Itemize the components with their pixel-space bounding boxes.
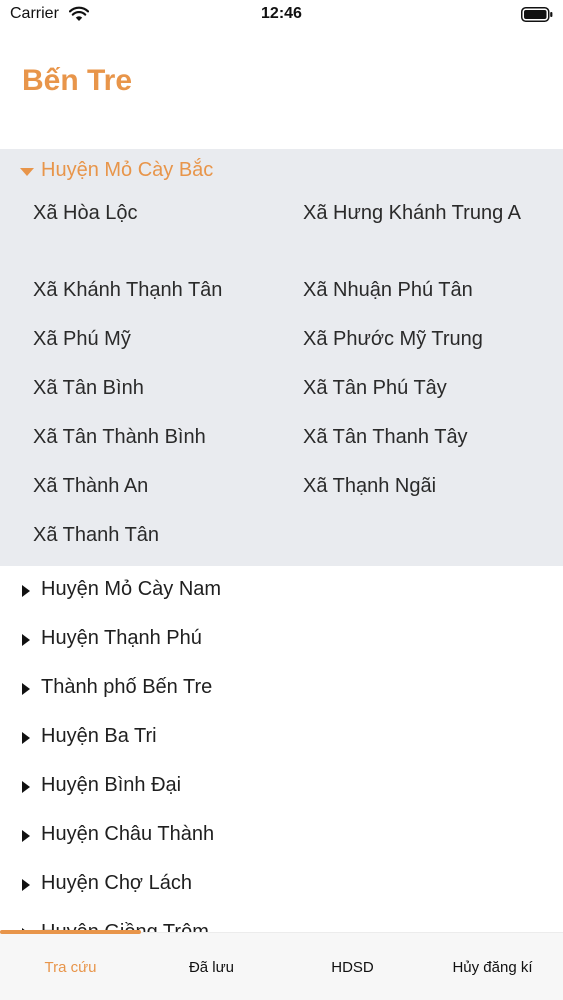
commune-item[interactable]: Xã Thanh Tân	[33, 515, 303, 564]
district-row-giong-trom[interactable]: Huyện Giồng Trôm	[0, 909, 563, 932]
commune-item[interactable]: Xã Phú Mỹ	[33, 319, 303, 368]
district-label: Huyện Chợ Lách	[41, 872, 192, 894]
district-label: Huyện Mỏ Cày Bắc	[41, 159, 214, 181]
commune-item[interactable]: Xã Tân Thành Bình	[33, 417, 303, 466]
tab-huy-dang-ki[interactable]: Hủy đăng kí	[422, 959, 563, 976]
caret-right-icon	[22, 585, 30, 597]
commune-item[interactable]: Xã Hưng Khánh Trung A	[303, 193, 563, 270]
commune-item[interactable]: Xã Nhuận Phú Tân	[303, 270, 563, 319]
caret-right-icon	[22, 683, 30, 695]
caret-down-icon	[20, 168, 34, 176]
commune-item[interactable]: Xã Khánh Thạnh Tân	[33, 270, 303, 319]
tab-bar: Tra cứu Đã lưu HDSD Hủy đăng kí	[0, 930, 563, 1000]
tab-tra-cuu[interactable]: Tra cứu	[0, 959, 141, 976]
tab-hdsd[interactable]: HDSD	[282, 959, 423, 976]
caret-right-icon	[22, 634, 30, 646]
caret-right-icon	[22, 830, 30, 842]
status-time: 12:46	[261, 5, 302, 22]
caret-right-icon	[22, 879, 30, 891]
caret-right-icon	[22, 732, 30, 744]
commune-item[interactable]: Xã Thành An	[33, 466, 303, 515]
tab-da-luu[interactable]: Đã lưu	[141, 959, 282, 976]
commune-grid: Xã Hòa Lộc Xã Hưng Khánh Trung A Xã Khán…	[0, 193, 563, 566]
commune-item[interactable]: Xã Hòa Lộc	[33, 193, 303, 270]
district-row-binh-dai[interactable]: Huyện Bình Đại	[0, 762, 563, 811]
district-row-thanh-pho-ben-tre[interactable]: Thành phố Bến Tre	[0, 664, 563, 713]
page-title: Bến Tre	[22, 64, 133, 97]
district-label: Huyện Mỏ Cày Nam	[41, 578, 222, 600]
district-row-mo-cay-nam[interactable]: Huyện Mỏ Cày Nam	[0, 566, 563, 615]
district-label: Huyện Thạnh Phú	[41, 627, 202, 649]
district-group-expanded: Huyện Mỏ Cày Bắc Xã Hòa Lộc Xã Hưng Khán…	[0, 149, 563, 566]
district-row-chau-thanh[interactable]: Huyện Châu Thành	[0, 811, 563, 860]
district-label: Huyện Châu Thành	[41, 823, 215, 845]
commune-item[interactable]: Xã Thạnh Ngãi	[303, 466, 563, 515]
battery-icon	[521, 7, 553, 22]
district-label: Huyện Bình Đại	[41, 774, 182, 796]
district-label: Thành phố Bến Tre	[41, 676, 213, 698]
caret-right-icon	[22, 781, 30, 793]
commune-item[interactable]: Xã Tân Bình	[33, 368, 303, 417]
active-tab-indicator	[0, 930, 141, 934]
district-label: Huyện Ba Tri	[41, 725, 157, 747]
commune-item[interactable]: Xã Tân Phú Tây	[303, 368, 563, 417]
district-header-mo-cay-bac[interactable]: Huyện Mỏ Cày Bắc	[0, 149, 563, 193]
district-row-thanh-phu[interactable]: Huyện Thạnh Phú	[0, 615, 563, 664]
commune-item[interactable]: Xã Tân Thanh Tây	[303, 417, 563, 466]
district-row-cho-lach[interactable]: Huyện Chợ Lách	[0, 860, 563, 909]
status-bar: Carrier 12:46	[0, 0, 563, 30]
district-list[interactable]: Huyện Mỏ Cày Bắc Xã Hòa Lộc Xã Hưng Khán…	[0, 149, 563, 932]
commune-item[interactable]: Xã Phước Mỹ Trung	[303, 319, 563, 368]
district-row-ba-tri[interactable]: Huyện Ba Tri	[0, 713, 563, 762]
